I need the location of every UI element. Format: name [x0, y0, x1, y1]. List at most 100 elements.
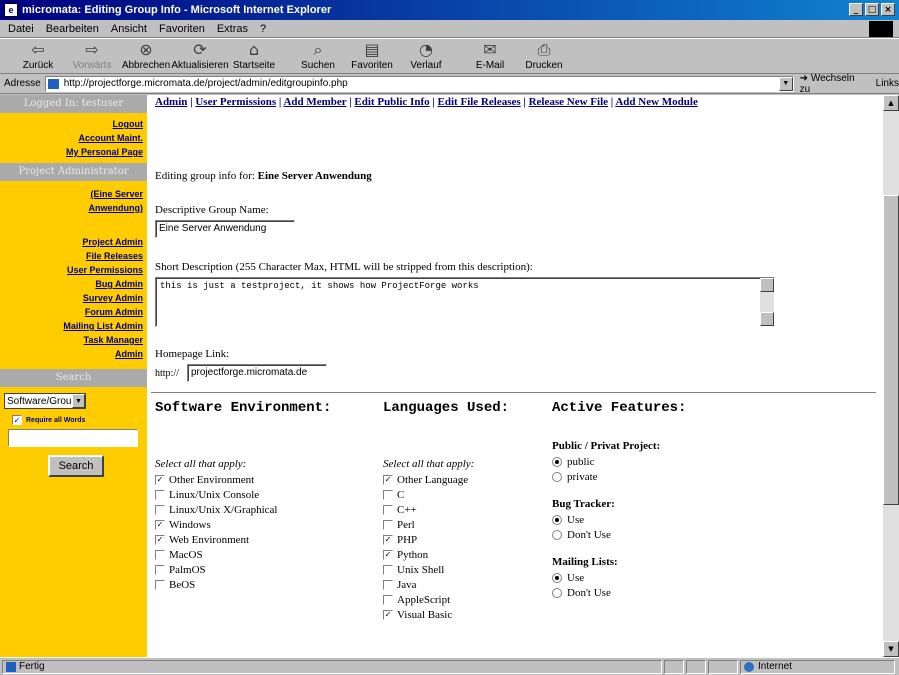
search-type-select[interactable]: Software/Group ▼ [4, 393, 86, 409]
stop-icon: ⊗ [139, 40, 153, 59]
short-description-textarea[interactable]: this is just a testproject, it shows how… [155, 277, 775, 327]
language-checkbox-4[interactable]: ✓ PHP [383, 532, 474, 547]
software-env-checkbox-5[interactable]: MacOS [155, 547, 277, 562]
project-name-link[interactable]: (Eine Server Anwendung) [0, 187, 147, 215]
checkbox-icon [155, 549, 165, 560]
language-checkbox-3[interactable]: Perl [383, 517, 474, 532]
search-icon: ⌕ [313, 40, 323, 59]
homepage-label: Homepage Link: [155, 348, 230, 360]
status-bar: Fertig Internet [0, 657, 899, 675]
search-header: Search [0, 369, 147, 387]
radio-icon [552, 456, 562, 467]
software-env-option-label: BeOS [169, 578, 196, 591]
require-all-words-checkbox[interactable]: ✓ Require all Words [12, 415, 143, 425]
checkbox-icon [383, 504, 393, 515]
feature-radio-1-1[interactable]: Don't Use [552, 527, 660, 542]
language-checkbox-6[interactable]: Unix Shell [383, 562, 474, 577]
page-scrollbar[interactable]: ▲ ▼ [883, 95, 899, 657]
chevron-down-icon[interactable]: ▼ [72, 394, 85, 408]
software-env-checkbox-2[interactable]: Linux/Unix X/Graphical [155, 502, 277, 517]
feature-radio-2-0[interactable]: Use [552, 570, 660, 585]
software-env-checkbox-1[interactable]: Linux/Unix Console [155, 487, 277, 502]
nav-user-permissions-link[interactable]: User Permissions [195, 96, 276, 108]
sidebar-item-survey-admin[interactable]: Survey Admin [0, 291, 147, 305]
software-env-checkbox-6[interactable]: PalmOS [155, 562, 277, 577]
menu-help[interactable]: ? [260, 23, 266, 35]
homepage-input[interactable]: projectforge.micromata.de [187, 364, 327, 382]
search-button[interactable]: ⌕ Suchen [294, 40, 342, 73]
sidebar-item-task-manager-admin[interactable]: Task Manager Admin [0, 333, 147, 361]
close-button[interactable]: × [881, 3, 895, 16]
menu-view[interactable]: Ansicht [111, 23, 147, 35]
feature-group-title: Mailing Lists: [552, 556, 618, 568]
checkbox-icon [155, 504, 165, 515]
window-title: micromata: Editing Group Info - Microsof… [22, 4, 332, 16]
search-submit-button[interactable]: Search [48, 455, 104, 477]
mail-button[interactable]: ✉ E-Mail [466, 40, 514, 73]
language-checkbox-8[interactable]: AppleScript [383, 592, 474, 607]
my-personal-page-link[interactable]: My Personal Page [0, 145, 147, 159]
software-env-checkbox-7[interactable]: BeOS [155, 577, 277, 592]
language-option-label: Python [397, 548, 429, 561]
software-env-column: Select all that apply: ✓ Other Environmen… [155, 458, 277, 592]
logout-link[interactable]: Logout [0, 117, 147, 131]
language-checkbox-1[interactable]: C [383, 487, 474, 502]
checkbox-icon [383, 579, 393, 590]
nav-add-member-link[interactable]: Add Member [283, 96, 346, 108]
back-button[interactable]: ⇦ Zurück [14, 40, 62, 73]
feature-radio-2-1[interactable]: Don't Use [552, 585, 660, 600]
minimize-button[interactable]: _ [849, 3, 863, 16]
sidebar-item-mailing-list-admin[interactable]: Mailing List Admin [0, 319, 147, 333]
software-env-checkbox-0[interactable]: ✓ Other Environment [155, 472, 277, 487]
software-env-checkbox-4[interactable]: ✓ Web Environment [155, 532, 277, 547]
nav-release-new-file-link[interactable]: Release New File [529, 96, 608, 108]
sidebar-item-bug-admin[interactable]: Bug Admin [0, 277, 147, 291]
scroll-down-button[interactable]: ▼ [883, 641, 899, 657]
status-segment [664, 659, 684, 674]
nav-admin-link[interactable]: Admin [155, 96, 187, 108]
nav-edit-public-info-link[interactable]: Edit Public Info [354, 96, 429, 108]
nav-edit-file-releases-link[interactable]: Edit File Releases [438, 96, 521, 108]
window-titlebar: e micromata: Editing Group Info - Micros… [0, 0, 899, 20]
stop-button[interactable]: ⊗ Abbrechen [122, 40, 170, 73]
forward-button[interactable]: ⇨ Vorwärts [68, 40, 116, 73]
scroll-thumb[interactable] [883, 195, 899, 505]
textarea-scroll-up-button[interactable] [760, 278, 774, 292]
feature-radio-0-0[interactable]: public [552, 454, 660, 469]
address-input[interactable]: http://projectforge.micromata.de/project… [44, 75, 794, 92]
menu-file[interactable]: Datei [8, 23, 34, 35]
language-checkbox-7[interactable]: Java [383, 577, 474, 592]
home-icon: ⌂ [248, 40, 260, 59]
sidebar-item-file-releases[interactable]: File Releases [0, 249, 147, 263]
nav-add-new-module-link[interactable]: Add New Module [615, 96, 698, 108]
scroll-up-button[interactable]: ▲ [883, 95, 899, 111]
descriptive-name-input[interactable]: Eine Server Anwendung [155, 220, 295, 238]
textarea-scroll-down-button[interactable] [760, 312, 774, 326]
home-button[interactable]: ⌂ Startseite [230, 40, 278, 73]
language-checkbox-9[interactable]: ✓ Visual Basic [383, 607, 474, 622]
menu-tools[interactable]: Extras [217, 23, 248, 35]
sidebar-item-project-admin[interactable]: Project Admin [0, 235, 147, 249]
links-button[interactable]: Links [876, 78, 899, 89]
feature-radio-0-1[interactable]: private [552, 469, 660, 484]
maximize-button[interactable]: □ [865, 3, 879, 16]
language-checkbox-2[interactable]: C++ [383, 502, 474, 517]
checkbox-icon: ✓ [383, 474, 393, 485]
feature-radio-1-0[interactable]: Use [552, 512, 660, 527]
feature-option-label: Don't Use [567, 528, 611, 541]
account-maint-link[interactable]: Account Maint. [0, 131, 147, 145]
print-button[interactable]: ⎙ Drucken [520, 40, 568, 73]
sidebar-item-user-permissions[interactable]: User Permissions [0, 263, 147, 277]
software-env-checkbox-3[interactable]: ✓ Windows [155, 517, 277, 532]
language-checkbox-0[interactable]: ✓ Other Language [383, 472, 474, 487]
menu-favorites[interactable]: Favoriten [159, 23, 205, 35]
search-input[interactable] [8, 429, 138, 447]
menu-edit[interactable]: Bearbeiten [46, 23, 99, 35]
history-button[interactable]: ◔ Verlauf [402, 40, 450, 73]
language-checkbox-5[interactable]: ✓ Python [383, 547, 474, 562]
favorites-button[interactable]: ▤ Favoriten [348, 40, 396, 73]
sidebar-item-forum-admin[interactable]: Forum Admin [0, 305, 147, 319]
chevron-down-icon[interactable]: ▼ [778, 76, 793, 91]
refresh-button[interactable]: ⟳ Aktualisieren [171, 40, 228, 73]
go-button[interactable]: ➜ Wechseln zu [800, 73, 868, 95]
